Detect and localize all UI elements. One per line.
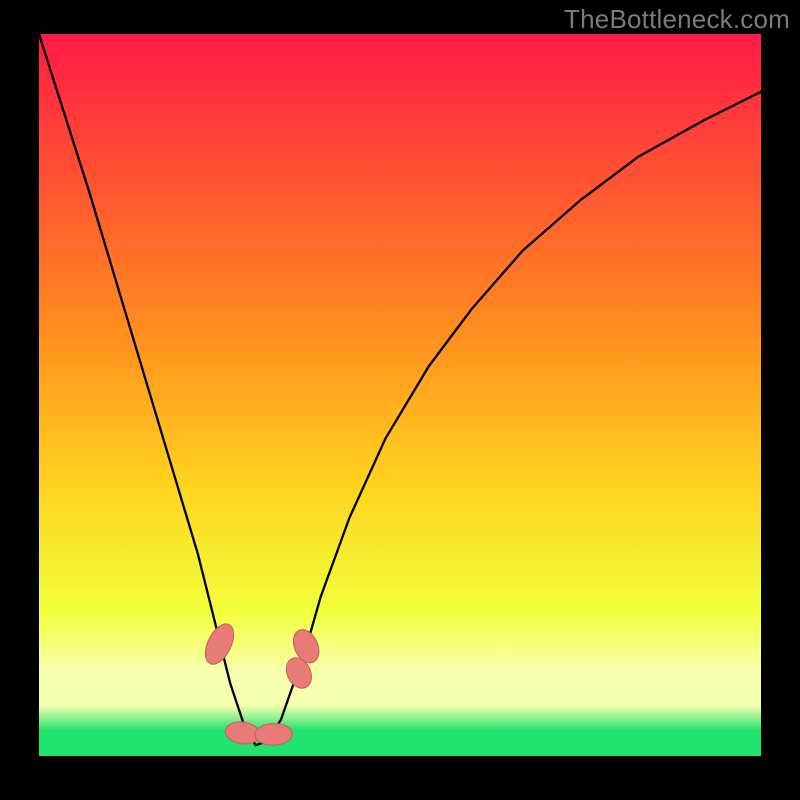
watermark-text: TheBottleneck.com xyxy=(564,4,790,35)
gradient-background xyxy=(39,34,761,756)
bottleneck-chart xyxy=(39,34,761,756)
plot-area xyxy=(39,34,761,756)
chart-frame: TheBottleneck.com xyxy=(0,0,800,800)
